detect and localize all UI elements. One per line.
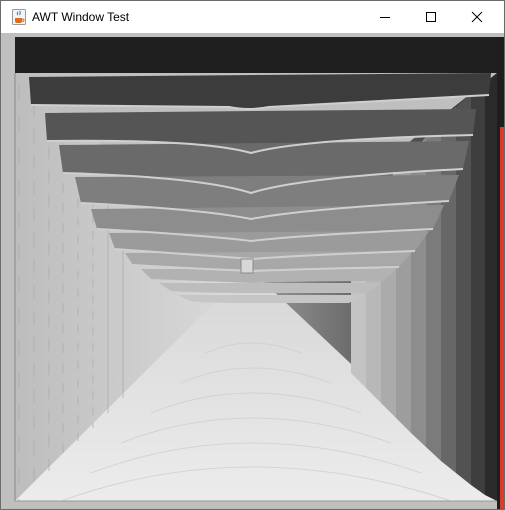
vanishing-point — [240, 258, 254, 274]
app-window: AWT Window Test — [0, 0, 505, 510]
maximize-button[interactable] — [408, 1, 454, 33]
red-edge — [500, 127, 504, 509]
close-button[interactable] — [454, 1, 500, 33]
rendered-3d-tunnel-graphic — [1, 33, 504, 509]
minimize-icon — [379, 11, 391, 23]
render-canvas[interactable] — [1, 33, 504, 509]
close-icon — [471, 11, 483, 23]
minimize-button[interactable] — [362, 1, 408, 33]
window-title: AWT Window Test — [32, 10, 130, 24]
java-coffee-cup-icon[interactable] — [12, 9, 26, 25]
title-bar[interactable]: AWT Window Test — [1, 1, 504, 33]
maximize-icon — [425, 11, 437, 23]
